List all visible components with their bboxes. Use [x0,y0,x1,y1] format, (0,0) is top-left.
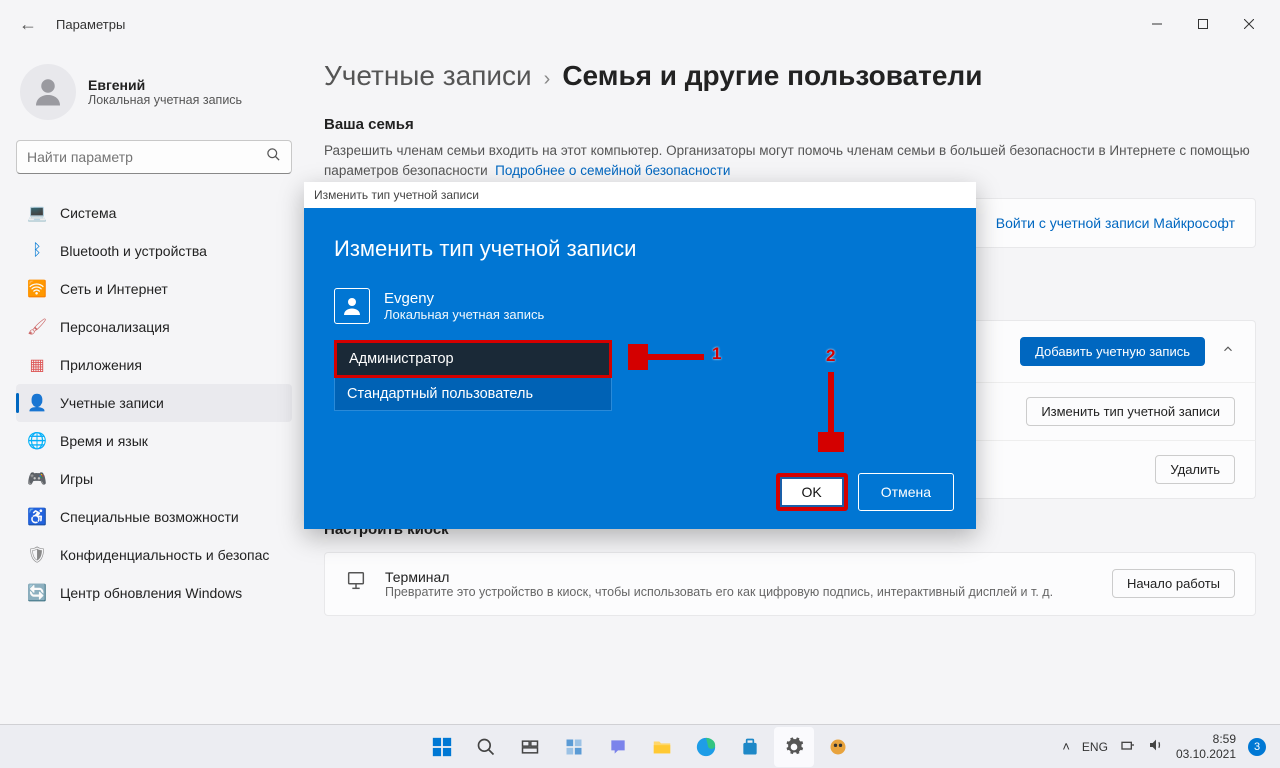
chevron-up-icon[interactable] [1221,342,1235,361]
dialog-window-title: Изменить тип учетной записи [304,182,976,208]
nav-label: Центр обновления Windows [60,585,242,601]
sidebar-item-2[interactable]: 🛜 Сеть и Интернет [16,270,292,308]
breadcrumb-current: Семья и другие пользователи [562,60,982,92]
breadcrumb-separator: › [544,68,551,91]
nav-icon: 👤 [28,394,46,412]
network-icon[interactable] [1120,737,1136,756]
dialog-cancel-button[interactable]: Отмена [858,473,954,511]
account-type-dropdown[interactable]: Администратор Стандартный пользователь [334,340,612,411]
nav-icon: 🔄 [28,584,46,602]
edge-icon[interactable] [686,727,726,767]
nav-label: Конфиденциальность и безопас [60,547,269,563]
kiosk-icon [345,570,369,597]
maximize-button[interactable] [1180,8,1226,40]
widgets-icon[interactable] [554,727,594,767]
annotation-arrow-1 [628,344,708,375]
nav-label: Система [60,205,116,221]
close-button[interactable] [1226,8,1272,40]
nav-icon: ᛒ [28,242,46,260]
dropdown-option-standard[interactable]: Стандартный пользователь [334,378,612,411]
nav-icon: 🎮 [28,470,46,488]
search-input[interactable] [27,149,266,165]
nav-icon: 🛜 [28,280,46,298]
kiosk-start-button[interactable]: Начало работы [1112,569,1235,598]
nav-icon: ▦ [28,356,46,374]
search-icon [266,147,281,167]
dialog-user-name: Evgeny [384,290,544,307]
sidebar-item-4[interactable]: ▦ Приложения [16,346,292,384]
nav-icon: 💻 [28,204,46,222]
language-indicator[interactable]: ENG [1082,740,1108,754]
search-box[interactable] [16,140,292,174]
window-controls [1134,8,1272,40]
annotation-label-2: 2 [826,346,835,366]
dropdown-option-admin[interactable]: Администратор [334,340,612,378]
settings-taskbar-icon[interactable] [774,727,814,767]
nav-label: Bluetooth и устройства [60,243,207,259]
dialog-heading: Изменить тип учетной записи [334,236,946,262]
notification-badge[interactable]: 3 [1248,738,1266,756]
section-family-title: Ваша семья [324,116,1256,133]
sidebar-item-0[interactable]: 💻 Система [16,194,292,232]
kiosk-card: Терминал Превратите это устройство в кио… [324,552,1256,616]
kiosk-card-sub: Превратите это устройство в киоск, чтобы… [385,585,1112,599]
dialog-user-sub: Локальная учетная запись [384,307,544,322]
app-icon[interactable] [818,727,858,767]
sidebar-item-1[interactable]: ᛒ Bluetooth и устройства [16,232,292,270]
signin-text: Войти с учетной записи Майкрософт [996,215,1235,231]
nav-label: Игры [60,471,93,487]
title-bar: ← Параметры [0,0,1280,48]
start-button[interactable] [422,727,462,767]
nav-icon: ♿ [28,508,46,526]
sidebar-item-7[interactable]: 🎮 Игры [16,460,292,498]
section-family-desc: Разрешить членам семьи входить на этот к… [324,141,1256,182]
annotation-arrow-2 [818,368,844,457]
family-safety-link[interactable]: Подробнее о семейной безопасности [495,163,730,178]
chat-icon[interactable] [598,727,638,767]
sidebar-item-5[interactable]: 👤 Учетные записи [16,384,292,422]
minimize-button[interactable] [1134,8,1180,40]
delete-button[interactable]: Удалить [1155,455,1235,484]
store-icon[interactable] [730,727,770,767]
explorer-icon[interactable] [642,727,682,767]
dialog-avatar-icon [334,288,370,324]
nav-icon: 🖌 [28,318,46,336]
sidebar-item-3[interactable]: 🖌 Персонализация [16,308,292,346]
sidebar-item-6[interactable]: 🌐 Время и язык [16,422,292,460]
user-header[interactable]: Евгений Локальная учетная запись [16,64,292,120]
breadcrumb-parent[interactable]: Учетные записи [324,60,532,92]
sidebar-item-8[interactable]: ♿ Специальные возможности [16,498,292,536]
change-type-button[interactable]: Изменить тип учетной записи [1026,397,1235,426]
annotation-label-1: 1 [712,344,721,364]
user-name: Евгений [88,77,242,93]
kiosk-card-title: Терминал [385,569,1112,585]
sidebar-item-10[interactable]: 🔄 Центр обновления Windows [16,574,292,612]
nav-icon: 🌐 [28,432,46,450]
sidebar: Евгений Локальная учетная запись 💻 Систем… [0,48,300,724]
dialog-user-row: Evgeny Локальная учетная запись [334,288,946,324]
nav-label: Приложения [60,357,142,373]
back-button[interactable]: ← [8,4,48,44]
volume-icon[interactable] [1148,737,1164,756]
taskbar-center [422,727,858,767]
nav-label: Учетные записи [60,395,164,411]
taskbar-right: ˄ ENG 8:59 03.10.2021 3 [1062,732,1280,761]
dialog-ok-button[interactable]: OK [776,473,848,511]
window-title: Параметры [56,17,125,32]
user-subtitle: Локальная учетная запись [88,93,242,107]
nav-icon: 🛡 [28,546,46,564]
nav-label: Специальные возможности [60,509,239,525]
nav-label: Время и язык [60,433,148,449]
clock[interactable]: 8:59 03.10.2021 [1176,732,1236,761]
nav-label: Персонализация [60,319,170,335]
sidebar-item-9[interactable]: 🛡 Конфиденциальность и безопас [16,536,292,574]
task-view-icon[interactable] [510,727,550,767]
search-taskbar-icon[interactable] [466,727,506,767]
taskbar: ˄ ENG 8:59 03.10.2021 3 [0,724,1280,768]
nav-label: Сеть и Интернет [60,281,168,297]
avatar-icon [20,64,76,120]
tray-chevron-icon[interactable]: ˄ [1062,739,1070,754]
add-account-button[interactable]: Добавить учетную запись [1020,337,1205,366]
breadcrumb: Учетные записи › Семья и другие пользова… [324,60,1256,92]
